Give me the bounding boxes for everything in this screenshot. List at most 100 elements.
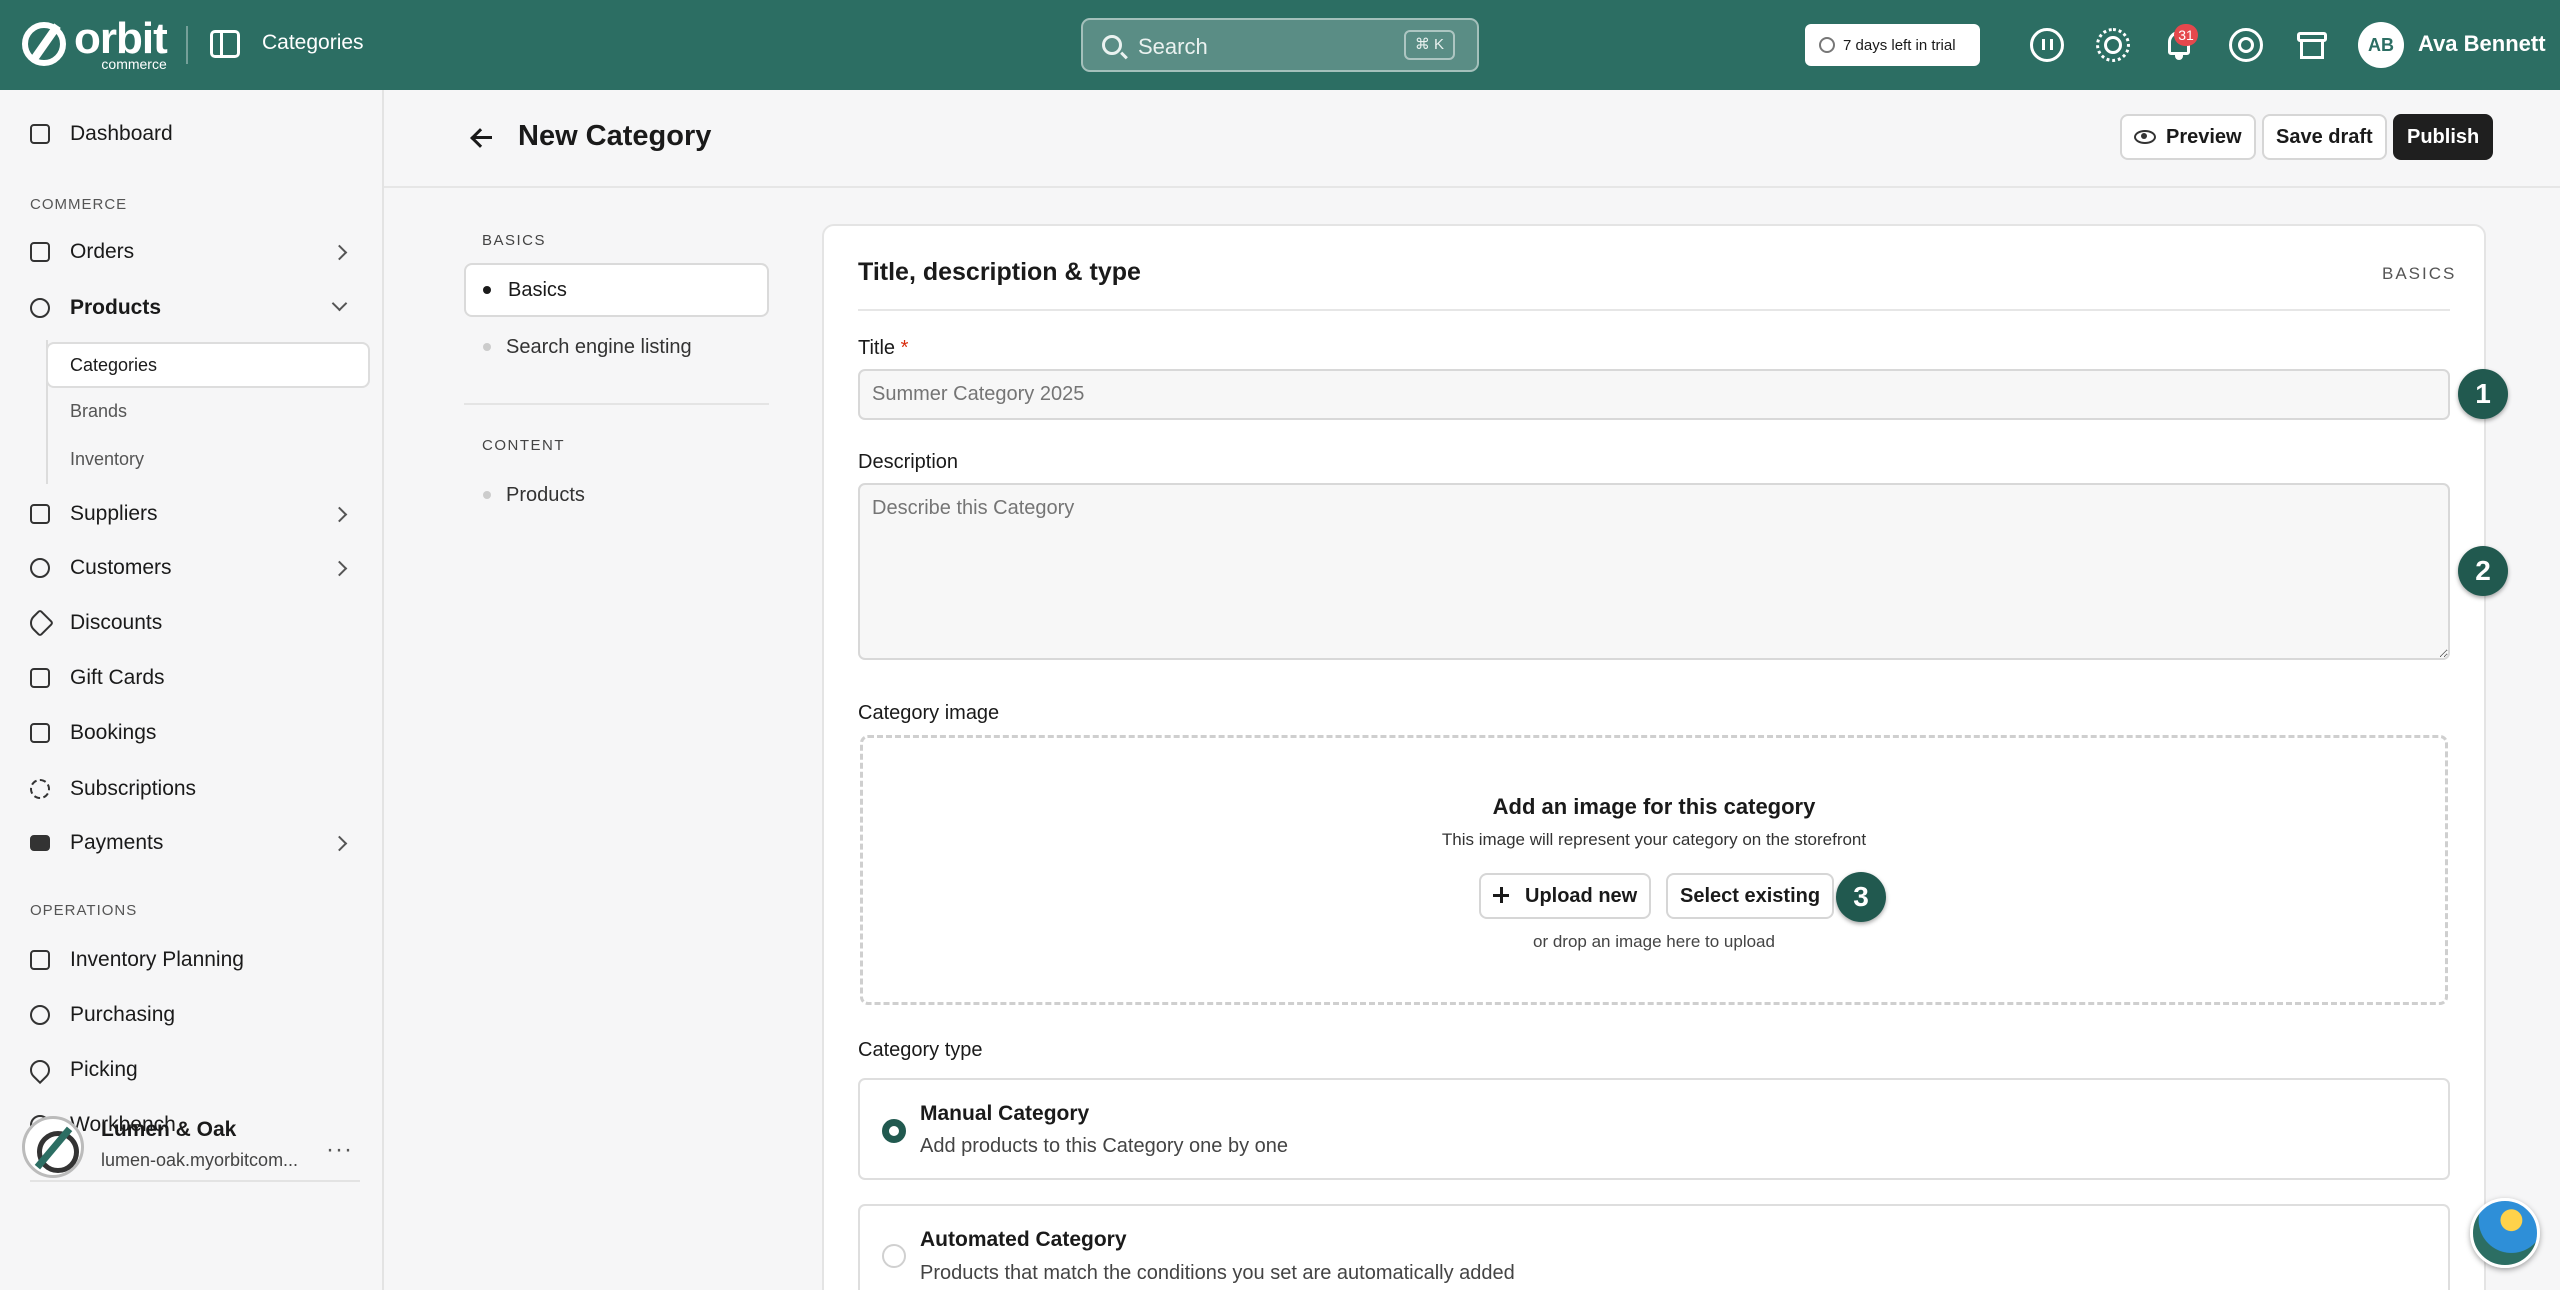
- sidebar-item-label: Orders: [70, 240, 135, 263]
- notification-count-badge: 31: [2174, 24, 2198, 46]
- help-lifebuoy-icon[interactable]: [2229, 28, 2263, 62]
- alert-icon[interactable]: [2030, 28, 2064, 62]
- upload-new-label: Upload new: [1525, 885, 1638, 907]
- section-label-commerce: COMMERCE: [30, 196, 128, 213]
- publish-button[interactable]: Publish: [2393, 114, 2494, 160]
- storefront-icon[interactable]: [2295, 28, 2329, 62]
- more-options-icon[interactable]: ···: [326, 1136, 353, 1164]
- sidebar-item-customers[interactable]: Customers: [0, 546, 384, 590]
- sidebar: Dashboard COMMERCE Orders Products Categ…: [0, 90, 384, 1290]
- logo-subtext: commerce: [101, 56, 167, 72]
- select-existing-button[interactable]: Select existing: [1666, 873, 1835, 919]
- purchasing-box-icon: [30, 1005, 50, 1025]
- image-dropzone[interactable]: [860, 735, 2448, 1005]
- search-icon: [1102, 35, 1122, 55]
- step-marker-2: 2: [2458, 546, 2508, 596]
- radio-manual[interactable]: [882, 1119, 906, 1143]
- sidebar-subitem-inventory[interactable]: Inventory: [48, 436, 372, 482]
- sidebar-item-picking[interactable]: Picking: [0, 1048, 384, 1092]
- trial-badge[interactable]: 7 days left in trial: [1805, 24, 1980, 66]
- topbar-divider: [186, 26, 188, 64]
- assistant-avatar-icon[interactable]: [2470, 1198, 2540, 1268]
- description-field[interactable]: [858, 483, 2450, 660]
- avatar[interactable]: AB: [2358, 22, 2404, 68]
- user-name[interactable]: Ava Bennett: [2418, 31, 2546, 57]
- page-nav-section-basics: BASICS: [482, 232, 547, 249]
- map-pin-icon: [25, 1055, 55, 1085]
- calendar-icon: [30, 723, 50, 743]
- sidebar-item-suppliers[interactable]: Suppliers: [0, 492, 384, 536]
- sidebar-item-orders[interactable]: Orders: [0, 230, 384, 274]
- section-title: Title, description & type: [858, 258, 1141, 286]
- sidebar-item-gift-cards[interactable]: Gift Cards: [0, 656, 384, 700]
- sidebar-item-purchasing[interactable]: Purchasing: [0, 993, 384, 1037]
- plus-icon: [1493, 887, 1509, 903]
- option-manual-category[interactable]: Manual Category Add products to this Cat…: [858, 1078, 2450, 1180]
- page-nav-products[interactable]: Products: [464, 468, 769, 522]
- sidebar-item-label: Suppliers: [70, 502, 158, 525]
- sidebar-item-label: Gift Cards: [70, 666, 165, 689]
- section-label-operations: OPERATIONS: [30, 902, 138, 919]
- breadcrumb[interactable]: Categories: [262, 31, 364, 55]
- page-nav-seo[interactable]: Search engine listing: [464, 320, 769, 374]
- store-divider: [30, 1180, 360, 1182]
- dropzone-hint: or drop an image here to upload: [1533, 932, 1775, 951]
- trial-text: 7 days left in trial: [1843, 36, 1956, 54]
- sidebar-item-products[interactable]: Products: [0, 286, 384, 330]
- page-nav-basics[interactable]: Basics: [464, 263, 769, 317]
- sidebar-item-label: Customers: [70, 556, 172, 579]
- preview-label: Preview: [2166, 126, 2242, 148]
- store-url: lumen-oak.myorbitcom...: [101, 1150, 299, 1170]
- chevron-right-icon: [331, 835, 348, 851]
- sidebar-subitem-categories[interactable]: Categories: [46, 342, 370, 388]
- section-divider: [858, 309, 2450, 311]
- title-field[interactable]: [858, 369, 2450, 420]
- clipboard-icon: [30, 950, 50, 970]
- dropzone-title: Add an image for this category: [1492, 794, 1816, 819]
- sidebar-item-label: Picking: [70, 1058, 138, 1081]
- products-box-icon: [30, 298, 50, 318]
- gift-icon: [30, 668, 50, 688]
- orbit-logo-icon: [22, 22, 66, 66]
- step-marker-3: 3: [1836, 872, 1886, 922]
- title-label: Title *: [858, 337, 909, 359]
- sidebar-item-payments[interactable]: Payments: [0, 821, 384, 865]
- sidebar-item-bookings[interactable]: Bookings: [0, 711, 384, 755]
- sidebar-item-label: Subscriptions: [70, 777, 197, 800]
- option-automated-category[interactable]: Automated Category Products that match t…: [858, 1204, 2450, 1290]
- orbit-logo[interactable]: orbit commerce: [22, 17, 168, 72]
- sidebar-item-label: Payments: [70, 831, 164, 854]
- radio-automated[interactable]: [882, 1244, 906, 1268]
- back-arrow-icon[interactable]: [470, 126, 494, 150]
- dropzone-subtitle: This image will represent your category …: [1441, 830, 1867, 849]
- sidebar-item-subscriptions[interactable]: Subscriptions: [0, 767, 384, 811]
- upload-new-button[interactable]: Upload new: [1479, 873, 1652, 919]
- sidebar-toggle-icon[interactable]: [210, 30, 240, 58]
- store-name[interactable]: Lumen & Oak: [101, 1118, 236, 1142]
- suppliers-building-icon: [30, 504, 50, 524]
- refresh-icon: [30, 779, 50, 799]
- option-subtitle: Add products to this Category one by one: [920, 1135, 1289, 1157]
- chevron-down-icon: [331, 295, 348, 312]
- sidebar-item-label: Products: [70, 296, 162, 319]
- category-image-label: Category image: [858, 702, 1000, 724]
- sidebar-subitem-brands[interactable]: Brands: [48, 388, 372, 434]
- sidebar-item-dashboard[interactable]: Dashboard: [0, 112, 384, 156]
- sidebar-item-label: Inventory Planning: [70, 948, 244, 971]
- top-bar: orbit commerce Categories Search ⌘ K 7 d…: [0, 0, 2560, 90]
- sidebar-item-discounts[interactable]: Discounts: [0, 601, 384, 645]
- page-nav-section-content: CONTENT: [482, 437, 565, 454]
- section-tag: BASICS: [2382, 264, 2457, 283]
- sidebar-item-inventory-planning[interactable]: Inventory Planning: [0, 938, 384, 982]
- theme-sun-icon[interactable]: [2096, 28, 2130, 62]
- store-logo-icon[interactable]: [22, 1116, 84, 1178]
- sidebar-item-label: Dashboard: [70, 122, 173, 145]
- search-placeholder: Search: [1138, 34, 1208, 59]
- category-type-label: Category type: [858, 1039, 983, 1061]
- preview-button[interactable]: Preview: [2120, 114, 2256, 160]
- search-input[interactable]: Search ⌘ K: [1081, 18, 1479, 72]
- save-draft-button[interactable]: Save draft: [2262, 114, 2387, 160]
- discount-tag-icon: [25, 608, 55, 638]
- step-marker-1: 1: [2458, 369, 2508, 419]
- option-title: Manual Category: [920, 1102, 1090, 1125]
